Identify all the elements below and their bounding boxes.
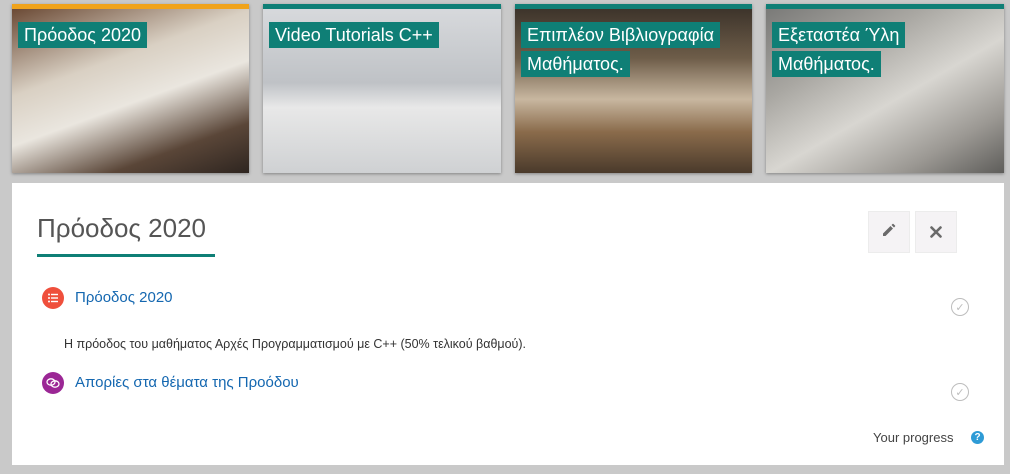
close-icon — [930, 222, 942, 243]
section-tiles: Πρόοδος 2020 Video Tutorials C++ Επιπλέο… — [0, 0, 1010, 175]
tile-video-tutorials[interactable]: Video Tutorials C++ — [263, 4, 501, 173]
tile-extra-bibliography[interactable]: Επιπλέον Βιβλιογραφία Μαθήματος. — [515, 4, 752, 173]
tile-label: Video Tutorials C++ — [269, 21, 439, 50]
help-icon[interactable]: ? — [971, 431, 984, 444]
section-title: Πρόοδος 2020 — [37, 213, 207, 243]
completion-checkbox[interactable]: ✓ — [951, 298, 969, 316]
edit-section-button[interactable] — [868, 211, 910, 253]
section-panel: Πρόοδος 2020 Πρόοδος 2020 ✓ Η πρόοδος το… — [12, 183, 1004, 465]
activity-link-quiz[interactable]: Πρόοδος 2020 — [75, 289, 173, 306]
tile-progress-2020[interactable]: Πρόοδος 2020 — [12, 4, 249, 173]
progress-label: Your progress — [873, 430, 954, 445]
pencil-icon — [881, 222, 897, 243]
title-underline — [37, 254, 215, 257]
quiz-icon — [42, 287, 64, 309]
forum-icon — [42, 372, 64, 394]
tile-label: Εξεταστέα Ύλη Μαθήματος. — [772, 21, 1004, 79]
tile-label: Επιπλέον Βιβλιογραφία Μαθήματος. — [521, 21, 752, 79]
activity-link-forum[interactable]: Απορίες στα θέματα της Προόδου — [75, 374, 299, 391]
activity-description: Η πρόοδος του μαθήματος Αρχές Προγραμματ… — [64, 337, 527, 351]
close-section-button[interactable] — [915, 211, 957, 253]
tile-label: Πρόοδος 2020 — [18, 21, 148, 50]
completion-checkbox[interactable]: ✓ — [951, 383, 969, 401]
tile-exam-material[interactable]: Εξεταστέα Ύλη Μαθήματος. — [766, 4, 1004, 173]
